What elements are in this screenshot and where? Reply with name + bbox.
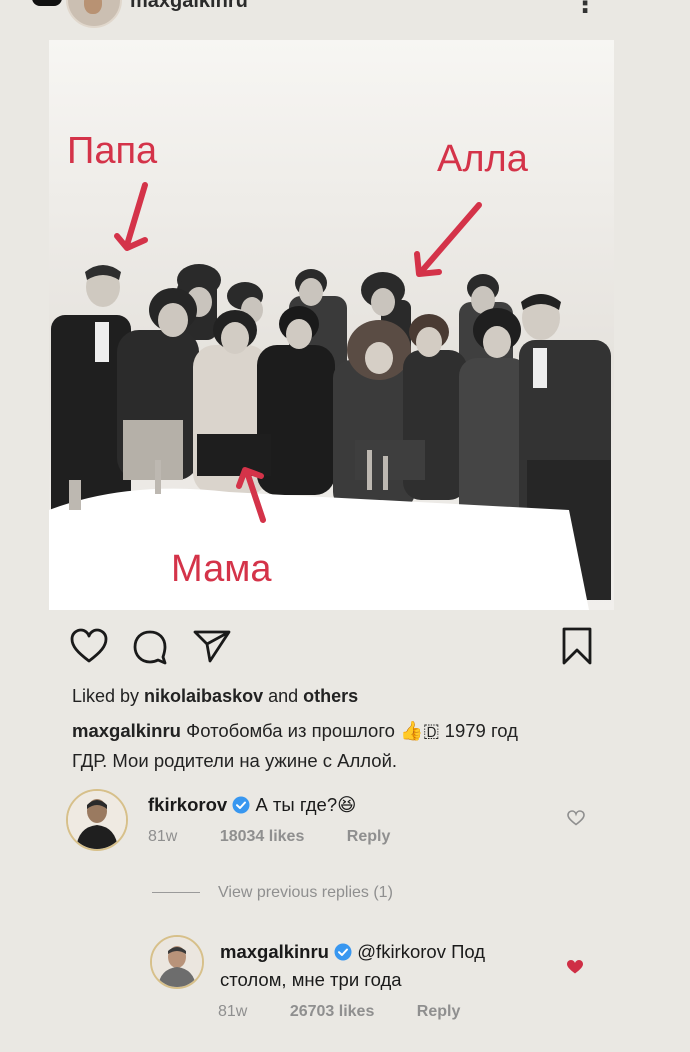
- laughing-emoji: 😆: [337, 794, 357, 815]
- status-pill: [32, 0, 62, 6]
- divider-line: [152, 892, 200, 894]
- liked-middle: and: [263, 686, 304, 706]
- reply-age: 81w: [218, 1003, 248, 1020]
- verified-badge-icon: [232, 796, 250, 814]
- liked-prefix: Liked by: [72, 686, 145, 706]
- comment-fkirkorov: fkirkorov А ты где?😆 81w 18034 likes Rep…: [0, 786, 690, 856]
- reply-meta: 81w 26703 likes Reply: [218, 1003, 498, 1021]
- label-mama: Мама: [171, 548, 272, 590]
- post-header: maxgalkinru ⋮: [0, 0, 690, 30]
- reply-button[interactable]: Reply: [417, 1003, 461, 1020]
- label-alla: Алла: [437, 138, 528, 180]
- caption-text-line2: ГДР. Мои родители на ужине с Аллой.: [72, 750, 398, 771]
- comment-username[interactable]: fkirkorov: [148, 794, 227, 815]
- reply-text-line2: столом, мне три года: [220, 969, 402, 990]
- reply-username[interactable]: maxgalkinru: [220, 941, 329, 962]
- reply-maxgalkinru: maxgalkinru @fkirkorov Под столом, мне т…: [0, 932, 690, 1032]
- reply-text: Под: [445, 941, 486, 962]
- reply-heart-filled-icon[interactable]: [566, 959, 584, 975]
- label-papa: Папа: [67, 130, 158, 172]
- comment-meta: 81w 18034 likes Reply: [148, 828, 428, 846]
- liked-others[interactable]: others: [303, 686, 358, 706]
- paper-plane-icon[interactable]: [192, 628, 232, 664]
- comment-bubble-icon[interactable]: [132, 629, 168, 665]
- view-previous-label: View previous replies (1): [218, 884, 393, 901]
- avatar[interactable]: [66, 789, 128, 851]
- liked-by[interactable]: Liked by nikolaibaskov and others: [72, 686, 358, 707]
- author-username[interactable]: maxgalkinru: [130, 0, 248, 13]
- reply-body: maxgalkinru @fkirkorov Под столом, мне т…: [220, 938, 560, 994]
- liked-user[interactable]: nikolaibaskov: [144, 686, 263, 706]
- post-caption: maxgalkinru Фотобомба из прошлого 👍🇩 197…: [72, 716, 612, 776]
- heart-outline-icon[interactable]: [70, 628, 108, 664]
- mention-link[interactable]: @fkirkorov: [357, 941, 446, 962]
- view-previous-replies[interactable]: View previous replies (1): [152, 884, 393, 902]
- reply-likes[interactable]: 26703 likes: [290, 1003, 375, 1020]
- bookmark-icon[interactable]: [560, 626, 594, 666]
- reply-button[interactable]: Reply: [347, 828, 391, 845]
- thumbs-up-emoji: 👍: [400, 720, 424, 741]
- verified-badge-icon: [334, 943, 352, 961]
- comment-text: А ты где?: [250, 794, 338, 815]
- post-photo[interactable]: Папа Алла Мама: [49, 40, 614, 610]
- author-avatar[interactable]: [66, 0, 122, 28]
- vintage-group-photo: [49, 40, 614, 610]
- comment-likes[interactable]: 18034 likes: [220, 828, 305, 845]
- comment-heart-outline-icon[interactable]: [567, 810, 585, 826]
- comment-age: 81w: [148, 828, 178, 845]
- more-options-icon[interactable]: ⋮: [572, 0, 598, 19]
- caption-username[interactable]: maxgalkinru: [72, 720, 181, 741]
- caption-year: 🇩 1979 год: [423, 720, 518, 741]
- avatar[interactable]: [150, 935, 204, 989]
- comment-body: fkirkorov А ты где?😆: [148, 794, 356, 816]
- caption-text: Фотобомба из прошлого: [181, 720, 401, 741]
- action-bar: [0, 620, 690, 680]
